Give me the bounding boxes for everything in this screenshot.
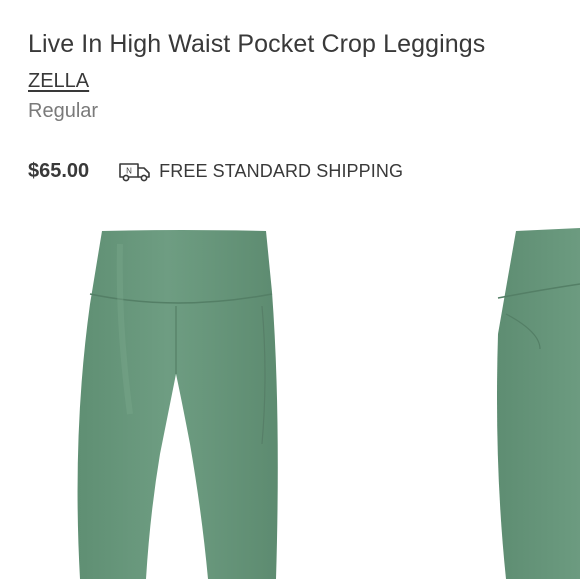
fit-label: Regular xyxy=(28,100,99,122)
brand-link[interactable]: ZELLA xyxy=(28,68,89,94)
product-price: $65.00 xyxy=(28,159,90,182)
leggings-front-image[interactable] xyxy=(77,230,278,579)
free-shipping-label: FREE STANDARD SHIPPING xyxy=(159,160,404,181)
delivery-truck-icon: N xyxy=(119,163,150,182)
leggings-back-image[interactable] xyxy=(497,228,580,579)
price-shipping-row: $65.00 N FREE STANDARD SHIPPING xyxy=(28,156,403,186)
product-title: Live In High Waist Pocket Crop Leggings xyxy=(28,30,486,58)
truck-icon-letter: N xyxy=(126,167,132,176)
product-image-gallery[interactable] xyxy=(0,214,580,579)
